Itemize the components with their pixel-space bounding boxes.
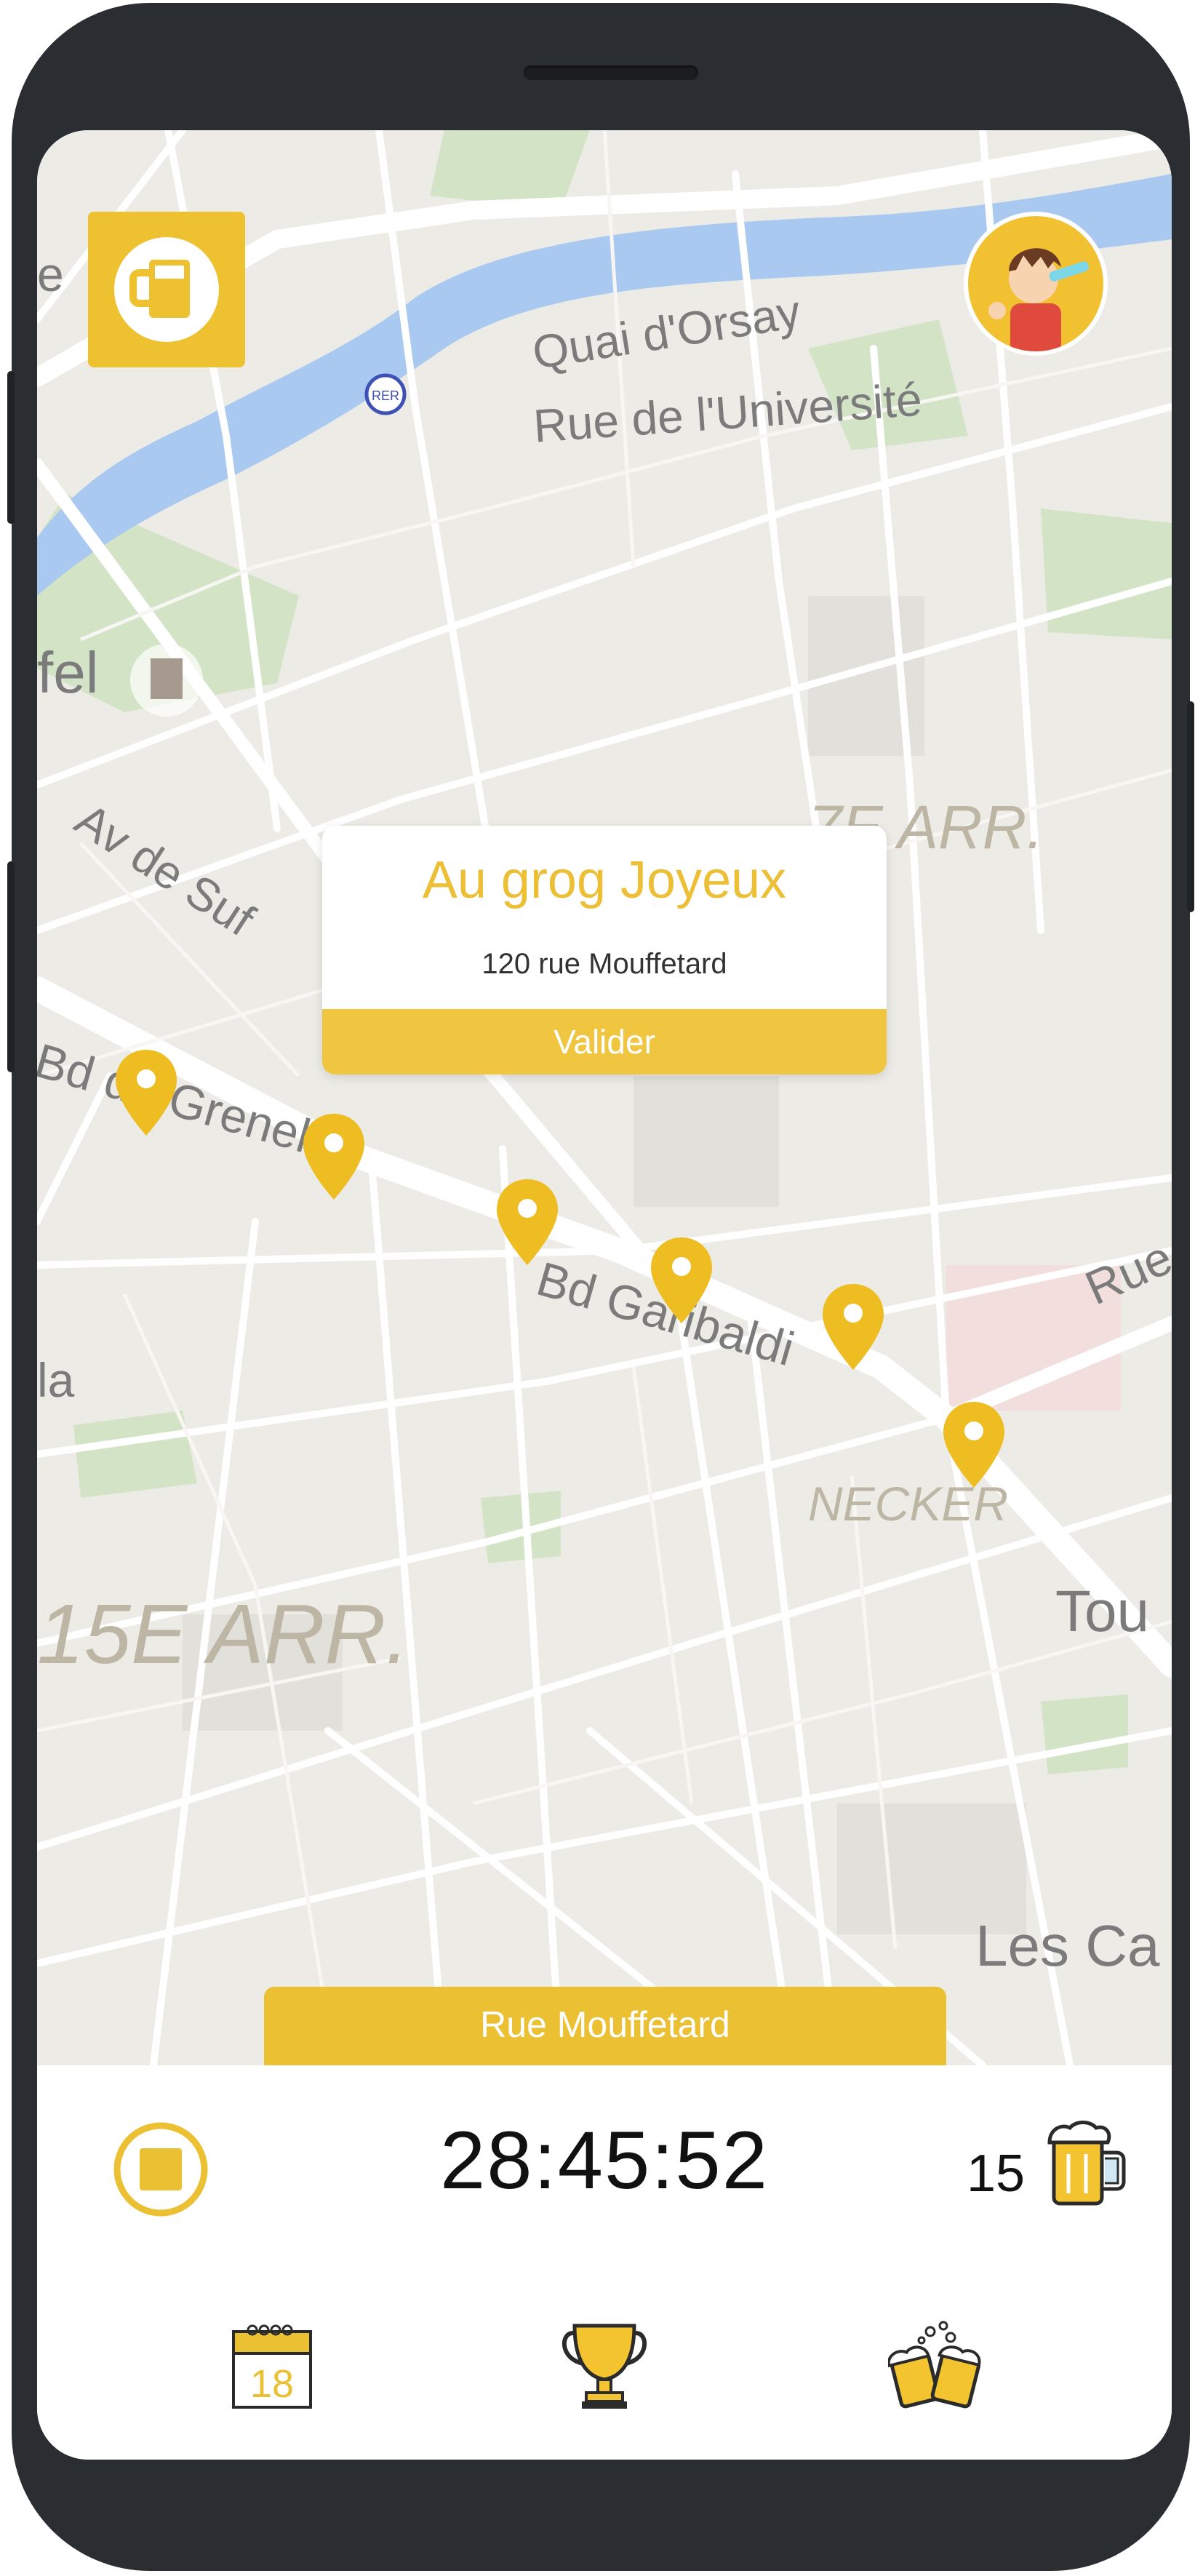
- cheers-icon: [887, 2321, 981, 2409]
- volume-button-2: [7, 861, 15, 1072]
- beer-mug-icon: [1047, 2121, 1126, 2206]
- bar-pin-4[interactable]: [648, 1235, 715, 1326]
- bar-address: 120 rue Mouffetard: [481, 948, 727, 980]
- beer-count: 15: [967, 2145, 1026, 2203]
- volume-button: [7, 371, 15, 524]
- session-bar: 28:45:52 15: [37, 2065, 1172, 2262]
- beer-mug-logo-icon: [114, 237, 219, 342]
- trophy-icon: [561, 2324, 647, 2409]
- phone-screen: RER Quai d'Orsay Rue de l'Université fel…: [37, 130, 1172, 2460]
- speaker-grille: [524, 65, 698, 80]
- bar-pin-3[interactable]: [494, 1176, 561, 1268]
- bar-pin-2[interactable]: [300, 1111, 367, 1203]
- bar-pin-1[interactable]: [113, 1047, 180, 1139]
- bar-pin-6[interactable]: [940, 1399, 1007, 1491]
- map-view[interactable]: RER Quai d'Orsay Rue de l'Université fel…: [37, 130, 1172, 2065]
- drinking-person-avatar: [988, 248, 1090, 351]
- bar-info-popup: Au grog Joyeux 120 rue Mouffetard Valide…: [322, 826, 887, 1074]
- street-label-la: la: [37, 1353, 75, 1407]
- poi-label-eiffel: fel: [37, 640, 99, 705]
- rer-label: RER: [372, 388, 399, 403]
- nav-calendar[interactable]: 18: [225, 2318, 319, 2413]
- user-avatar[interactable]: [964, 212, 1108, 356]
- current-street-banner: Rue Mouffetard: [264, 1987, 946, 2065]
- bar-name: Au grog Joyeux: [422, 851, 787, 909]
- calendar-day: 18: [250, 2362, 294, 2406]
- area-label-15e: 15E ARR.: [37, 1587, 409, 1681]
- station-label-tou: Tou: [1055, 1579, 1149, 1643]
- bar-pin-5[interactable]: [820, 1281, 887, 1373]
- nav-cheers[interactable]: [887, 2318, 983, 2413]
- street-label-e: e: [37, 247, 64, 301]
- validate-button[interactable]: Valider: [322, 1009, 887, 1074]
- area-label-les-ca: Les Ca: [975, 1913, 1160, 1978]
- bottom-navigation: 18: [37, 2262, 1172, 2460]
- power-button: [1187, 701, 1194, 912]
- nav-trophy[interactable]: [557, 2318, 652, 2413]
- app-logo-button[interactable]: [88, 212, 245, 367]
- calendar-icon: 18: [232, 2324, 312, 2409]
